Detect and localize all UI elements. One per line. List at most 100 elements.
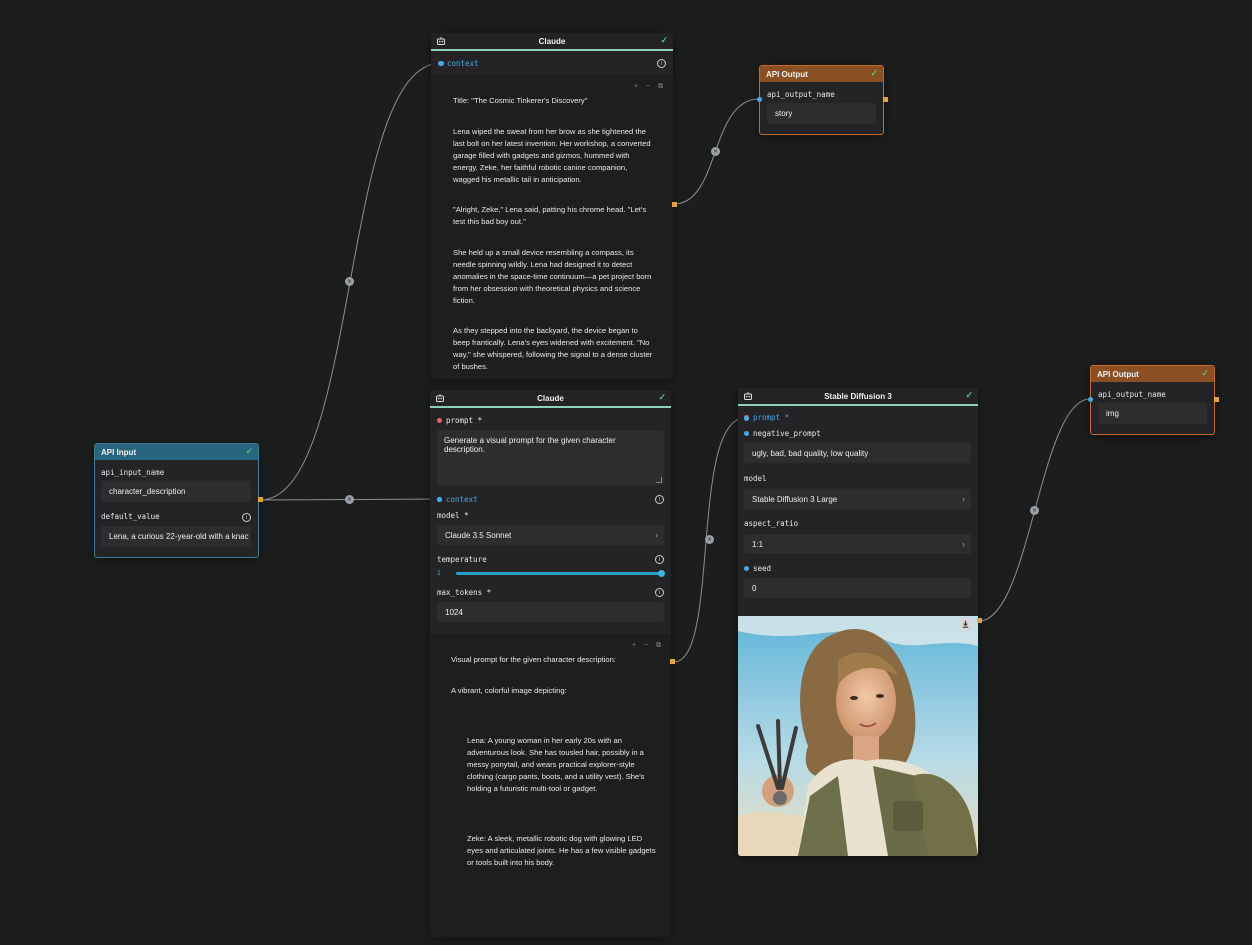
api-output-name-input[interactable]: img xyxy=(1098,403,1207,424)
output-paragraph: She held up a small device resembling a … xyxy=(453,247,652,305)
model-label: model * xyxy=(437,511,469,520)
temperature-value: 1 xyxy=(437,570,441,577)
check-icon: ✓ xyxy=(1201,368,1209,378)
temperature-slider-thumb[interactable] xyxy=(657,570,665,577)
story-output-text: Title: "The Cosmic Tinkerer's Discovery"… xyxy=(453,95,653,379)
node-title: Claude xyxy=(538,36,566,46)
download-icon[interactable] xyxy=(959,618,972,631)
prompt-textarea[interactable]: Generate a visual prompt for the given c… xyxy=(437,430,664,485)
input-handle[interactable] xyxy=(757,97,762,102)
api-output-name-label: api_output_name xyxy=(767,90,835,99)
output-handle[interactable] xyxy=(670,659,675,664)
output-handle[interactable] xyxy=(672,202,677,207)
api-output-name-label: api_output_name xyxy=(1098,390,1166,399)
output-paragraph: As they stepped into the backyard, the d… xyxy=(453,326,653,371)
chevron-right-icon: › xyxy=(962,539,965,549)
robot-icon xyxy=(744,392,752,400)
output-tools-icon[interactable]: + − ⧉ xyxy=(634,83,666,91)
model-select[interactable]: Claude 3.5 Sonnet › xyxy=(437,525,664,545)
output-handle[interactable] xyxy=(1214,397,1219,402)
disconnect-edge-icon[interactable]: × xyxy=(345,277,354,286)
claude-node-mid[interactable]: Claude ✓ prompt * Generate a visual prom… xyxy=(430,390,671,937)
disconnect-edge-icon[interactable]: × xyxy=(705,535,714,544)
input-dot-icon xyxy=(744,565,749,571)
info-icon[interactable]: i xyxy=(655,588,664,597)
model-select[interactable]: Stable Diffusion 3 Large › xyxy=(744,489,971,509)
input-handle[interactable] xyxy=(439,61,444,66)
chevron-right-icon: › xyxy=(655,530,658,540)
input-dot-icon xyxy=(437,417,442,423)
model-value: Stable Diffusion 3 Large xyxy=(752,494,838,504)
default-value-label: default_value xyxy=(101,512,160,521)
robot-icon xyxy=(436,394,444,402)
seed-label[interactable]: seed xyxy=(744,564,771,573)
info-icon[interactable]: i xyxy=(657,59,666,68)
context-input-label[interactable]: context xyxy=(438,59,479,68)
output-paragraph: "Alright, Zeke," Lena said, patting his … xyxy=(453,205,647,226)
model-value: Claude 3.5 Sonnet xyxy=(445,530,512,540)
output-handle[interactable] xyxy=(258,497,263,502)
prompt-label[interactable]: prompt * xyxy=(437,416,482,425)
node-title: Claude xyxy=(537,393,564,403)
check-icon: ✓ xyxy=(245,446,253,456)
output-paragraph: A vibrant, colorful image depicting: xyxy=(451,685,567,695)
output-paragraph: Zeke: A sleek, metallic robotic dog with… xyxy=(467,833,656,867)
model-label: model xyxy=(744,474,767,483)
output-paragraph: Lena wiped the sweat from her brow as sh… xyxy=(453,126,651,184)
api-output-node-img[interactable]: API Output ✓ api_output_name img xyxy=(1090,365,1215,435)
negative-prompt-label[interactable]: negative_prompt xyxy=(744,429,821,438)
prompt-text: Generate a visual prompt for the given c… xyxy=(444,436,616,454)
output-handle[interactable] xyxy=(977,618,982,623)
node-header[interactable]: Claude ✓ xyxy=(430,390,671,408)
prompt-input-label[interactable]: prompt * xyxy=(744,413,789,422)
input-handle[interactable] xyxy=(1088,397,1093,402)
node-header[interactable]: API Output ✓ xyxy=(1091,366,1214,382)
output-tools-icon[interactable]: + − ⧉ xyxy=(632,642,664,650)
check-icon: ✓ xyxy=(870,68,878,78)
output-paragraph: Lena: A young woman in her early 20s wit… xyxy=(467,735,645,793)
api-output-node-story[interactable]: API Output ✓ api_output_name story xyxy=(759,65,884,135)
info-icon[interactable]: i xyxy=(655,495,664,504)
chevron-right-icon: › xyxy=(962,494,965,504)
node-title: Stable Diffusion 3 xyxy=(824,391,892,401)
claude-node-top[interactable]: Claude ✓ context i + − ⧉ Title: "The Cos… xyxy=(431,33,673,379)
max-tokens-input[interactable]: 1024 xyxy=(437,602,664,622)
node-header[interactable]: API Output ✓ xyxy=(760,66,883,82)
check-icon: ✓ xyxy=(965,390,973,400)
node-title: API Output xyxy=(766,69,808,79)
node-title: API Output xyxy=(1097,369,1139,379)
disconnect-edge-icon[interactable]: × xyxy=(1030,506,1039,515)
negative-prompt-input[interactable]: ugly, bad, bad quality, low quality xyxy=(744,443,971,463)
robot-icon xyxy=(437,37,445,45)
disconnect-edge-icon[interactable]: × xyxy=(711,147,720,156)
node-header[interactable]: API Input ✓ xyxy=(95,444,258,460)
node-title: API Input xyxy=(101,447,137,457)
input-dot-icon xyxy=(744,430,749,436)
temperature-slider[interactable] xyxy=(456,572,661,575)
output-handle[interactable] xyxy=(883,97,888,102)
aspect-ratio-label: aspect_ratio xyxy=(744,519,799,528)
info-icon[interactable]: i xyxy=(655,555,664,564)
resize-grip-icon[interactable] xyxy=(656,477,662,483)
disconnect-edge-icon[interactable]: × xyxy=(345,495,354,504)
input-handle[interactable] xyxy=(744,416,749,421)
api-input-name-label: api_input_name xyxy=(101,468,165,477)
node-header[interactable]: Claude ✓ xyxy=(431,33,673,51)
visual-prompt-output-text: Visual prompt for the given character de… xyxy=(451,654,657,937)
aspect-ratio-select[interactable]: 1:1 › xyxy=(744,534,971,554)
info-icon[interactable]: i xyxy=(242,513,251,522)
output-paragraph: Title: "The Cosmic Tinkerer's Discovery" xyxy=(453,96,588,105)
check-icon: ✓ xyxy=(658,392,666,402)
output-paragraph: Visual prompt for the given character de… xyxy=(451,655,616,664)
api-input-name-input[interactable]: character_description xyxy=(101,481,251,502)
api-input-node[interactable]: API Input ✓ api_input_name character_des… xyxy=(94,443,259,558)
node-header[interactable]: Stable Diffusion 3 ✓ xyxy=(738,388,978,406)
generated-image xyxy=(738,616,978,856)
input-handle[interactable] xyxy=(437,497,442,502)
default-value-input[interactable]: Lena, a curious 22-year-old with a knac xyxy=(101,526,251,547)
seed-input[interactable]: 0 xyxy=(744,578,971,598)
stable-diffusion-node[interactable]: Stable Diffusion 3 ✓ prompt * negative_p… xyxy=(738,388,978,856)
aspect-ratio-value: 1:1 xyxy=(752,539,764,549)
api-output-name-input[interactable]: story xyxy=(767,103,876,124)
context-input-label[interactable]: context xyxy=(437,495,478,504)
